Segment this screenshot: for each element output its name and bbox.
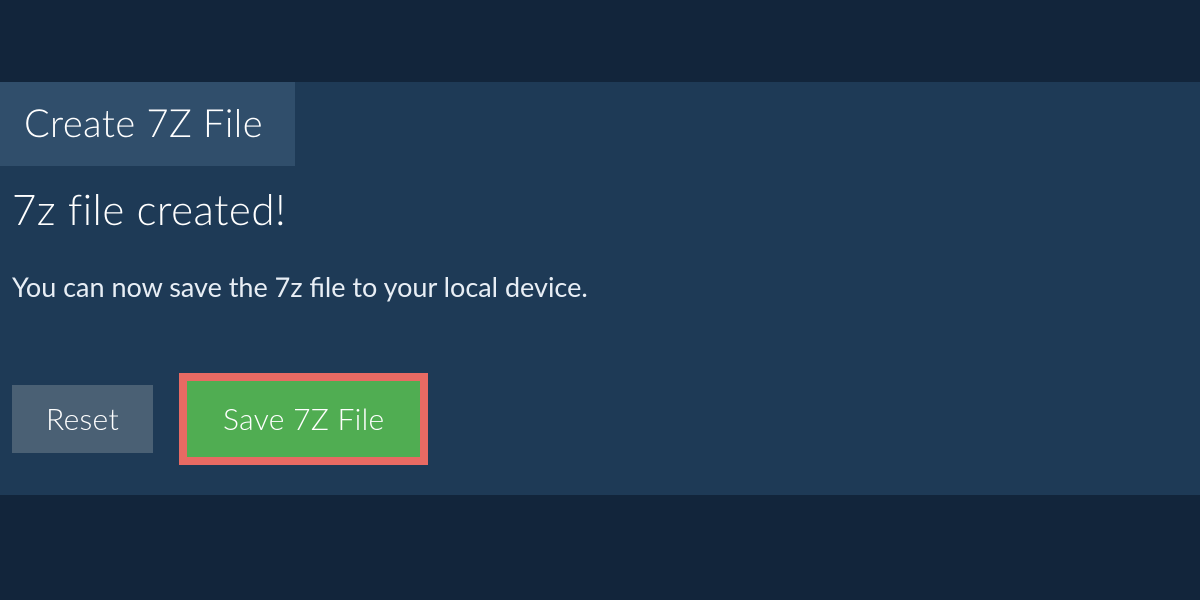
tab-create-7z[interactable]: Create 7Z File <box>0 82 295 166</box>
button-row: Reset Save 7Z File <box>12 373 1188 465</box>
status-description: You can now save the 7z file to your loc… <box>12 270 1188 303</box>
reset-button[interactable]: Reset <box>12 385 153 453</box>
save-7z-button[interactable]: Save 7Z File <box>187 381 420 457</box>
content-area: 7z file created! You can now save the 7z… <box>0 166 1200 465</box>
main-panel: Create 7Z File 7z file created! You can … <box>0 82 1200 495</box>
save-button-highlight: Save 7Z File <box>179 373 428 465</box>
status-heading: 7z file created! <box>12 184 1188 234</box>
tab-label: Create 7Z File <box>24 100 263 146</box>
app-container: Create 7Z File 7z file created! You can … <box>0 0 1200 600</box>
